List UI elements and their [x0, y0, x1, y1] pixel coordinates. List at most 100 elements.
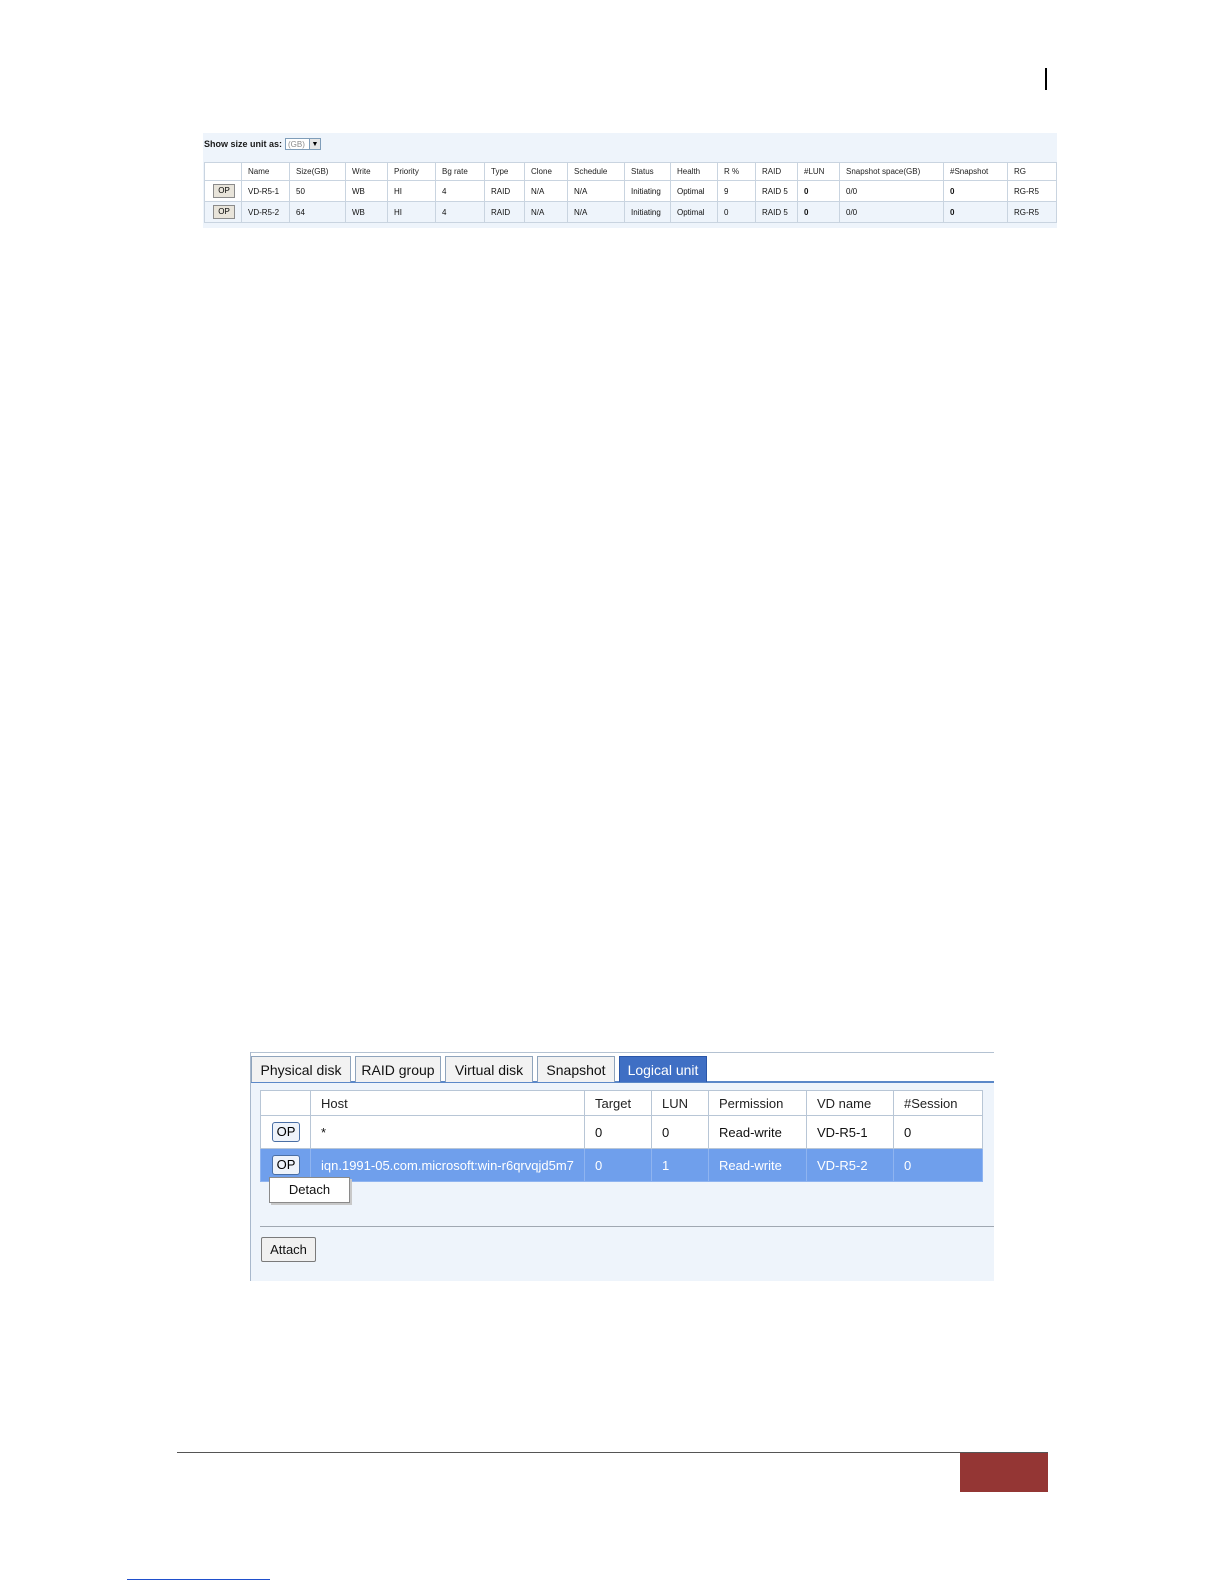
session-cell: 0	[893, 1148, 983, 1182]
size-unit-select[interactable]: (GB) ▼	[285, 138, 322, 150]
column-header-snapshot-count[interactable]: #Snapshot	[943, 162, 1008, 181]
vd-name-cell: VD-R5-1	[806, 1115, 894, 1149]
target-cell: 0	[584, 1148, 652, 1182]
priority-cell: HI	[387, 180, 436, 202]
vd-name-cell: VD-R5-2	[806, 1148, 894, 1182]
tab-raid-group[interactable]: RAID group	[355, 1056, 441, 1082]
column-header	[260, 1090, 311, 1116]
op-context-menu: Detach	[269, 1177, 350, 1203]
size-cell: 50	[289, 180, 346, 202]
virtual-disk-table: Name Size(GB) Write Priority Bg rate Typ…	[204, 162, 1057, 223]
column-header	[204, 162, 242, 181]
permission-cell: Read-write	[708, 1115, 807, 1149]
column-header-priority[interactable]: Priority	[387, 162, 436, 181]
clone-cell: N/A	[524, 201, 568, 223]
health-cell: Optimal	[670, 201, 718, 223]
tab-strip: Physical disk RAID group Virtual disk Sn…	[251, 1052, 994, 1083]
snapshot-space-cell: 0/0	[839, 201, 944, 223]
page-number-box	[960, 1453, 1048, 1492]
write-cell: WB	[345, 201, 388, 223]
r-pct-cell: 9	[717, 180, 756, 202]
table-header-row: Host Target LUN Permission VD name #Sess…	[260, 1090, 983, 1116]
rg-cell: RG-R5	[1007, 201, 1057, 223]
column-header-size[interactable]: Size(GB)	[289, 162, 346, 181]
column-header-lun[interactable]: #LUN	[797, 162, 840, 181]
footer-link-underline	[127, 1579, 270, 1580]
op-button[interactable]: OP	[272, 1122, 300, 1142]
type-cell: RAID	[484, 180, 525, 202]
vd-name-cell: VD-R5-1	[241, 180, 290, 202]
op-button[interactable]: OP	[272, 1155, 300, 1175]
r-pct-cell: 0	[717, 201, 756, 223]
virtual-disk-panel: Show size unit as: (GB) ▼ Name Size(GB) …	[203, 133, 1057, 228]
size-unit-row: Show size unit as: (GB) ▼	[204, 137, 322, 151]
column-header-schedule[interactable]: Schedule	[567, 162, 625, 181]
table-header-row: Name Size(GB) Write Priority Bg rate Typ…	[204, 162, 1057, 181]
write-cell: WB	[345, 180, 388, 202]
lun-cell: 0	[797, 180, 840, 202]
bg-rate-cell: 4	[435, 180, 485, 202]
section-divider	[260, 1226, 994, 1227]
menu-item-detach[interactable]: Detach	[270, 1178, 349, 1202]
host-cell: *	[310, 1115, 585, 1149]
priority-cell: HI	[387, 201, 436, 223]
raid-cell: RAID 5	[755, 201, 798, 223]
bg-rate-cell: 4	[435, 201, 485, 223]
column-header-permission[interactable]: Permission	[708, 1090, 807, 1116]
logical-unit-panel: Physical disk RAID group Virtual disk Sn…	[250, 1052, 994, 1281]
header-rule	[1045, 68, 1047, 90]
op-button[interactable]: OP	[213, 205, 235, 219]
column-header-health[interactable]: Health	[670, 162, 718, 181]
attach-button[interactable]: Attach	[261, 1237, 316, 1262]
health-cell: Optimal	[670, 180, 718, 202]
column-header-lun[interactable]: LUN	[651, 1090, 709, 1116]
column-header-write[interactable]: Write	[345, 162, 388, 181]
tab-virtual-disk[interactable]: Virtual disk	[445, 1056, 533, 1082]
column-header-vd-name[interactable]: VD name	[806, 1090, 894, 1116]
logical-unit-table: Host Target LUN Permission VD name #Sess…	[260, 1090, 983, 1182]
schedule-cell: N/A	[567, 201, 625, 223]
column-header-session[interactable]: #Session	[893, 1090, 983, 1116]
column-header-status[interactable]: Status	[624, 162, 671, 181]
lun-cell: 0	[797, 201, 840, 223]
column-header-raid[interactable]: RAID	[755, 162, 798, 181]
permission-cell: Read-write	[708, 1148, 807, 1182]
snapshot-count-cell: 0	[943, 180, 1008, 202]
column-header-bg-rate[interactable]: Bg rate	[435, 162, 485, 181]
lun-cell: 1	[651, 1148, 709, 1182]
table-row-selected[interactable]: OP iqn.1991-05.com.microsoft:win-r6qrvqj…	[260, 1148, 983, 1182]
column-header-clone[interactable]: Clone	[524, 162, 568, 181]
op-button[interactable]: OP	[213, 184, 235, 198]
type-cell: RAID	[484, 201, 525, 223]
table-row: OP VD-R5-2 64 WB HI 4 RAID N/A N/A Initi…	[204, 201, 1057, 223]
snapshot-space-cell: 0/0	[839, 180, 944, 202]
table-row: OP * 0 0 Read-write VD-R5-1 0	[260, 1115, 983, 1149]
table-row: OP VD-R5-1 50 WB HI 4 RAID N/A N/A Initi…	[204, 180, 1057, 202]
host-cell: iqn.1991-05.com.microsoft:win-r6qrvqjd5m…	[310, 1148, 585, 1182]
raid-cell: RAID 5	[755, 180, 798, 202]
op-cell: OP	[204, 201, 242, 223]
column-header-host[interactable]: Host	[310, 1090, 585, 1116]
column-header-snapshot-space[interactable]: Snapshot space(GB)	[839, 162, 944, 181]
column-header-target[interactable]: Target	[584, 1090, 652, 1116]
target-cell: 0	[584, 1115, 652, 1149]
status-cell: Initiating	[624, 201, 671, 223]
tab-snapshot[interactable]: Snapshot	[537, 1056, 615, 1082]
snapshot-count-cell: 0	[943, 201, 1008, 223]
op-cell: OP	[260, 1115, 311, 1149]
session-cell: 0	[893, 1115, 983, 1149]
clone-cell: N/A	[524, 180, 568, 202]
rg-cell: RG-R5	[1007, 180, 1057, 202]
op-cell: OP	[204, 180, 242, 202]
column-header-r-pct[interactable]: R %	[717, 162, 756, 181]
column-header-rg[interactable]: RG	[1007, 162, 1057, 181]
chevron-down-icon[interactable]: ▼	[309, 139, 321, 149]
tab-logical-unit[interactable]: Logical unit	[619, 1056, 707, 1082]
tab-physical-disk[interactable]: Physical disk	[251, 1056, 351, 1082]
size-unit-label: Show size unit as:	[204, 139, 283, 149]
column-header-name[interactable]: Name	[241, 162, 290, 181]
size-cell: 64	[289, 201, 346, 223]
schedule-cell: N/A	[567, 180, 625, 202]
column-header-type[interactable]: Type	[484, 162, 525, 181]
footer-rule	[177, 1452, 1048, 1453]
